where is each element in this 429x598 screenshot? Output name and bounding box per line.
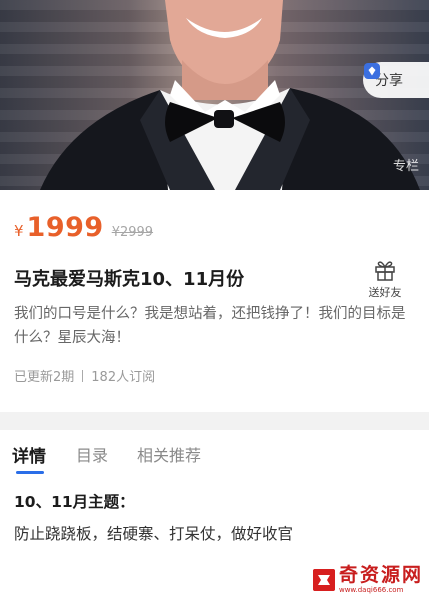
column-tag: 专栏 bbox=[392, 159, 419, 174]
detail-content: 10、11月主题： 防止跷跷板，结硬寨、打呆仗，做好收官 bbox=[14, 490, 293, 544]
tab-catalog[interactable]: 目录 bbox=[76, 442, 108, 466]
active-tab-indicator bbox=[16, 471, 44, 474]
detail-heading: 10、11月主题： bbox=[14, 493, 135, 511]
tab-detail[interactable]: 详情 bbox=[12, 442, 46, 467]
gift-button[interactable]: 送好友 bbox=[365, 258, 405, 300]
hero-image: 分享 专栏 bbox=[0, 0, 429, 190]
share-button[interactable]: 分享 bbox=[363, 62, 429, 98]
current-price: 1999 bbox=[26, 212, 104, 243]
tab-recommend[interactable]: 相关推荐 bbox=[137, 442, 201, 466]
section-divider bbox=[0, 412, 429, 430]
gift-icon bbox=[375, 261, 395, 281]
gift-label: 送好友 bbox=[368, 286, 402, 299]
product-meta: 已更新2期 182人订阅 bbox=[14, 366, 155, 385]
product-title: 马克最爱马斯克10、11月份 bbox=[14, 269, 245, 290]
price-row: ¥ 1999 ¥2999 bbox=[14, 212, 153, 243]
meta-divider bbox=[82, 369, 84, 382]
product-info: ¥ 1999 ¥2999 马克最爱马斯克10、11月份 送好友 我们的口号是什么… bbox=[0, 190, 429, 412]
watermark: 奇资源网 www.daqi666.com bbox=[312, 564, 423, 594]
tab-bar: 详情 目录 相关推荐 bbox=[0, 430, 429, 476]
product-description: 我们的口号是什么？我是想站着，还把钱挣了！我们的目标是什么？星辰大海！ bbox=[14, 306, 406, 346]
detail-text: 防止跷跷板，结硬寨、打呆仗，做好收官 bbox=[14, 525, 294, 543]
update-count: 已更新2期 bbox=[14, 370, 75, 385]
watermark-logo-icon bbox=[312, 569, 335, 591]
hero-portrait bbox=[40, 0, 420, 190]
original-price: ¥2999 bbox=[111, 225, 154, 240]
watermark-text: 奇资源网 bbox=[338, 564, 423, 586]
subscriber-count: 182人订阅 bbox=[91, 370, 156, 385]
currency-symbol: ¥ bbox=[14, 222, 24, 240]
share-icon bbox=[364, 63, 380, 79]
watermark-url: www.daqi666.com bbox=[338, 586, 404, 594]
